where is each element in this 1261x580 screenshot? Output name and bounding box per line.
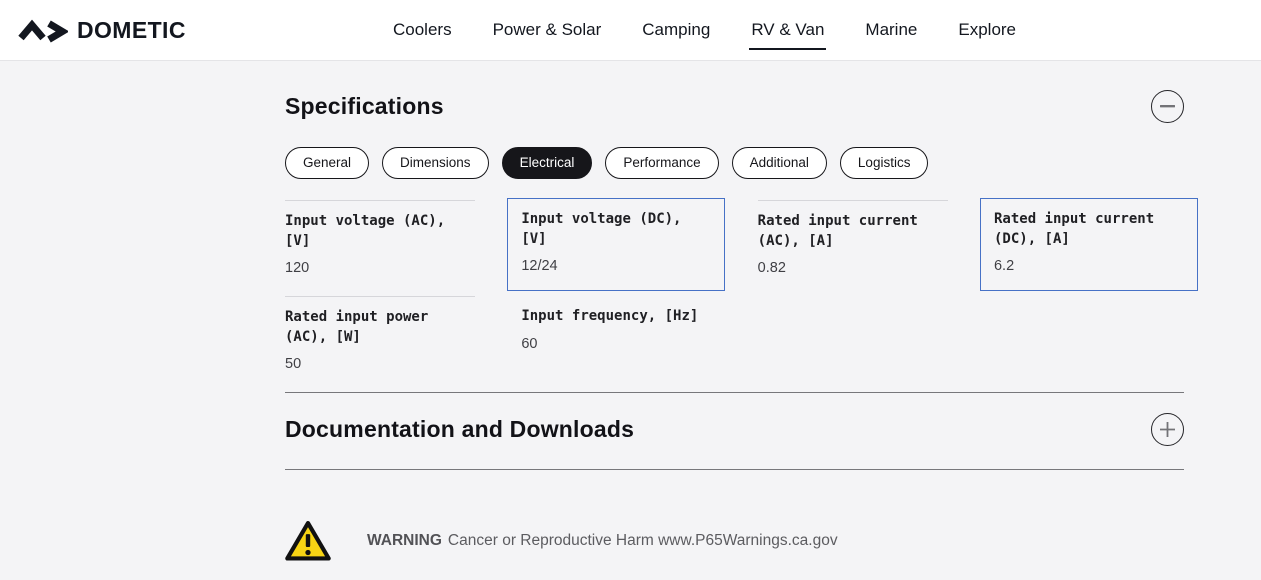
product-details-section: Specifications General Dimensions Electr…	[285, 89, 1184, 562]
tab-logistics[interactable]: Logistics	[840, 147, 929, 179]
spec-value: 120	[285, 260, 475, 277]
dometic-logo-text: DOMETIC	[77, 17, 186, 44]
warning-triangle-icon	[285, 520, 331, 562]
spec-value: 0.82	[758, 260, 948, 277]
specifications-collapse-button[interactable]	[1151, 90, 1184, 123]
spec-value: 12/24	[521, 258, 711, 275]
spec-label: Input voltage (DC), [V]	[521, 210, 711, 249]
warning-label: WARNING	[367, 532, 442, 549]
spec-value: 50	[285, 356, 475, 373]
minus-icon	[1160, 105, 1175, 108]
spec-cell-input-voltage-ac: Input voltage (AC), [V] 120	[285, 200, 475, 291]
spec-cell-rated-input-power-ac: Rated input power (AC), [W] 50	[285, 296, 475, 387]
spec-cell-input-frequency: Input frequency, [Hz] 60	[521, 296, 711, 387]
tab-dimensions[interactable]: Dimensions	[382, 147, 489, 179]
dometic-logo[interactable]: DOMETIC	[18, 17, 186, 44]
nav-item-coolers[interactable]: Coolers	[393, 16, 452, 44]
spec-value: 60	[521, 336, 711, 353]
top-navigation-bar: DOMETIC Coolers Power & Solar Camping RV…	[0, 0, 1261, 61]
spec-cell-rated-input-current-ac: Rated input current (AC), [A] 0.82	[758, 200, 948, 291]
nav-item-power-solar[interactable]: Power & Solar	[493, 16, 602, 44]
nav-item-rv-van[interactable]: RV & Van	[751, 16, 824, 44]
prop65-warning: WARNING Cancer or Reproductive Harm www.P…	[285, 520, 1184, 562]
spec-label: Input frequency, [Hz]	[521, 307, 711, 327]
tab-general[interactable]: General	[285, 147, 369, 179]
spec-label: Input voltage (AC), [V]	[285, 212, 475, 251]
warning-message: Cancer or Reproductive Harm www.P65Warni…	[448, 532, 838, 549]
spec-cell-rated-input-current-dc: Rated input current (DC), [A] 6.2	[980, 198, 1198, 291]
warning-text: WARNING Cancer or Reproductive Harm www.P…	[367, 532, 838, 550]
main-nav: Coolers Power & Solar Camping RV & Van M…	[393, 0, 1016, 60]
dometic-logo-icon	[18, 17, 68, 43]
tab-additional[interactable]: Additional	[732, 147, 827, 179]
tab-performance[interactable]: Performance	[605, 147, 718, 179]
specifications-grid: Input voltage (AC), [V] 120 Input voltag…	[285, 200, 1184, 387]
nav-item-explore[interactable]: Explore	[958, 16, 1016, 44]
spec-value: 6.2	[994, 258, 1184, 275]
nav-item-marine[interactable]: Marine	[865, 16, 917, 44]
nav-item-camping[interactable]: Camping	[642, 16, 710, 44]
spec-label: Rated input power (AC), [W]	[285, 308, 475, 347]
documentation-title: Documentation and Downloads	[285, 416, 634, 443]
plus-icon	[1159, 421, 1176, 438]
documentation-expand-button[interactable]	[1151, 413, 1184, 446]
spec-cell-input-voltage-dc: Input voltage (DC), [V] 12/24	[507, 198, 725, 291]
documentation-header: Documentation and Downloads	[285, 393, 1184, 469]
section-divider	[285, 469, 1184, 470]
specifications-title: Specifications	[285, 93, 444, 120]
spec-label: Rated input current (AC), [A]	[758, 212, 948, 251]
spec-label: Rated input current (DC), [A]	[994, 210, 1184, 249]
tab-electrical[interactable]: Electrical	[502, 147, 593, 179]
specification-tabs: General Dimensions Electrical Performanc…	[285, 147, 1184, 179]
specifications-header: Specifications	[285, 89, 1184, 123]
